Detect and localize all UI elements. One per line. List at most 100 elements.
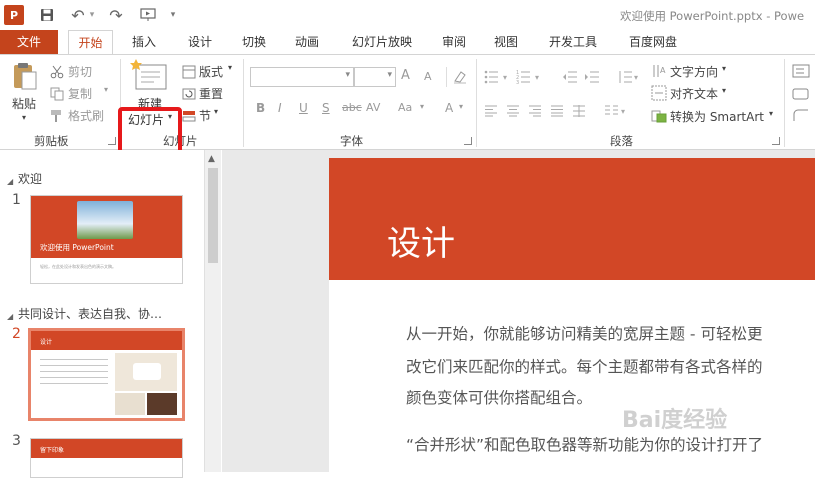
slide-thumbnail-1[interactable]: 欢迎使用 PowerPoint 轻松，在此处设计和发表出色的演示文稿。 [30, 195, 183, 284]
thumbnail-image [147, 393, 177, 415]
undo-icon[interactable]: ↶ [70, 5, 86, 25]
font-name-combo[interactable]: ▾ [250, 67, 354, 87]
align-left-icon[interactable] [484, 102, 498, 121]
slide-body-line[interactable]: 改它们来匹配你的样式。每个主题都带有各式各样的 [406, 355, 763, 377]
redo-icon[interactable]: ↷ [108, 5, 124, 25]
collapse-caret-icon[interactable]: ◢ [7, 312, 13, 321]
paragraph-dialog-launcher[interactable] [772, 137, 780, 145]
font-dialog-launcher[interactable] [464, 137, 472, 145]
font-size-combo[interactable]: ▾ [354, 67, 396, 87]
tab-baidu-netdisk[interactable]: 百度网盘 [620, 30, 686, 54]
tab-transitions[interactable]: 切换 [232, 30, 276, 54]
bullets-icon[interactable]: ▾ [484, 69, 514, 88]
clear-formatting-icon[interactable] [452, 69, 468, 89]
section-dropdown-icon[interactable]: ▾ [214, 107, 218, 116]
paste-dropdown-icon[interactable]: ▾ [22, 113, 26, 122]
group-separator [784, 59, 785, 147]
tab-view[interactable]: 视图 [484, 30, 528, 54]
shrink-font-button[interactable]: A [424, 70, 432, 83]
tab-insert[interactable]: 插入 [122, 30, 166, 54]
format-painter-button[interactable]: 格式刷 [68, 107, 104, 124]
increase-indent-icon[interactable] [584, 69, 600, 88]
section-header-design[interactable]: 共同设计、表达自我、协… [18, 305, 162, 322]
thumbnail-subtitle: 轻松，在此处设计和发表出色的演示文稿。 [40, 264, 116, 269]
change-case-button[interactable]: Aa [398, 101, 412, 114]
current-slide[interactable]: 设计 [329, 158, 815, 472]
tab-animations[interactable]: 动画 [285, 30, 329, 54]
font-color-dropdown-icon[interactable]: ▾ [459, 102, 463, 111]
copy-dropdown-icon[interactable]: ▾ [104, 85, 108, 94]
layout-icon [182, 64, 196, 83]
save-icon[interactable] [38, 5, 56, 25]
justify-icon[interactable] [550, 102, 564, 121]
character-spacing-button[interactable]: AV [366, 101, 380, 114]
reset-button[interactable]: 重置 [199, 85, 223, 102]
paste-icon[interactable] [12, 61, 38, 95]
tab-design[interactable]: 设计 [178, 30, 222, 54]
slide-thumbnail-2[interactable]: 设计 [28, 328, 185, 421]
align-right-icon[interactable] [528, 102, 542, 121]
align-text-icon [651, 85, 667, 105]
slide-body-line[interactable]: “合并形状”和配色取色器等新功能为你的设计打开了 [406, 433, 763, 455]
bold-button[interactable]: B [256, 101, 265, 115]
underline-button[interactable]: U [299, 101, 308, 115]
ribbon-tabs: 文件 开始 插入 设计 切换 动画 幻灯片放映 审阅 视图 开发工具 百度网盘 [0, 30, 815, 55]
layout-button[interactable]: 版式 [199, 63, 223, 80]
grow-font-button[interactable]: A [401, 68, 410, 83]
tab-slideshow[interactable]: 幻灯片放映 [342, 30, 422, 54]
tab-developer[interactable]: 开发工具 [540, 30, 606, 54]
thumbnail-text-lines [40, 356, 108, 388]
svg-text:▾: ▾ [621, 107, 625, 116]
smartart-dropdown-icon[interactable]: ▾ [769, 109, 773, 118]
slide-thumbnail-3[interactable]: 留下印象 [30, 438, 183, 478]
paragraph-group-label: 段落 [610, 134, 633, 148]
thumbnail-title: 留下印象 [40, 447, 65, 454]
clipboard-dialog-launcher[interactable] [108, 137, 116, 145]
copy-button[interactable]: 复制 [68, 85, 92, 102]
text-direction-dropdown-icon[interactable]: ▾ [722, 64, 726, 73]
tab-home[interactable]: 开始 [68, 30, 113, 55]
paste-button[interactable]: 粘贴 [12, 95, 36, 112]
numbering-icon[interactable]: 1 2 3 ▾ [516, 69, 546, 88]
align-text-button[interactable]: 对齐文本 [670, 85, 718, 102]
decrease-indent-icon[interactable] [562, 69, 578, 88]
text-direction-icon: A [651, 63, 667, 83]
title-bar: P ↶ ▾ ↷ ▾ 欢迎使用 PowerPoint.pptx - Powe [0, 0, 815, 30]
thumbnail-title-band [31, 331, 182, 350]
slide-title[interactable]: 设计 [387, 216, 455, 265]
svg-text:▾: ▾ [634, 73, 638, 82]
scrollbar-thumb[interactable] [208, 168, 218, 263]
arc-shape-icon[interactable] [792, 108, 810, 127]
tab-review[interactable]: 审阅 [432, 30, 476, 54]
tab-file[interactable]: 文件 [0, 30, 58, 54]
slide-body-line[interactable]: 颜色变体可供你搭配组合。 [406, 386, 592, 408]
rectangle-shape-icon[interactable] [792, 86, 810, 105]
font-color-button[interactable]: A [445, 101, 453, 115]
italic-button[interactable]: I [278, 101, 282, 115]
distributed-icon[interactable] [572, 102, 586, 121]
customize-qat-icon[interactable]: ▾ [168, 5, 178, 25]
columns-icon[interactable]: ▾ [604, 102, 628, 121]
slide-thumbnail-pane: ◢ 欢迎 1 欢迎使用 PowerPoint 轻松，在此处设计和发表出色的演示文… [0, 150, 222, 478]
text-direction-button[interactable]: 文字方向 [670, 63, 718, 80]
present-from-start-icon[interactable] [138, 5, 158, 25]
section-header-welcome[interactable]: 欢迎 [18, 170, 42, 187]
textbox-shape-icon[interactable] [792, 63, 810, 82]
change-case-dropdown-icon[interactable]: ▾ [420, 102, 424, 111]
collapse-caret-icon[interactable]: ◢ [7, 177, 13, 186]
undo-dropdown-icon[interactable]: ▾ [88, 5, 96, 25]
thumbnail-scrollbar[interactable]: ▲ [204, 150, 221, 472]
strikethrough-button[interactable]: abc [342, 101, 362, 114]
thumbnail-image [115, 353, 177, 391]
layout-dropdown-icon[interactable]: ▾ [228, 63, 232, 72]
cut-button[interactable]: 剪切 [68, 63, 92, 80]
align-center-icon[interactable] [506, 102, 520, 121]
slide-body-line[interactable]: 从一开始，你就能够访问精美的宽屏主题 - 可轻松更 [406, 322, 762, 344]
convert-smartart-button[interactable]: 转换为 SmartArt [670, 108, 764, 125]
align-text-dropdown-icon[interactable]: ▾ [722, 86, 726, 95]
text-shadow-button[interactable]: S [322, 101, 330, 115]
line-spacing-icon[interactable]: ▾ [617, 69, 641, 88]
section-button[interactable]: 节 [199, 107, 211, 124]
reset-icon [182, 86, 196, 105]
scroll-up-icon[interactable]: ▲ [208, 154, 215, 164]
